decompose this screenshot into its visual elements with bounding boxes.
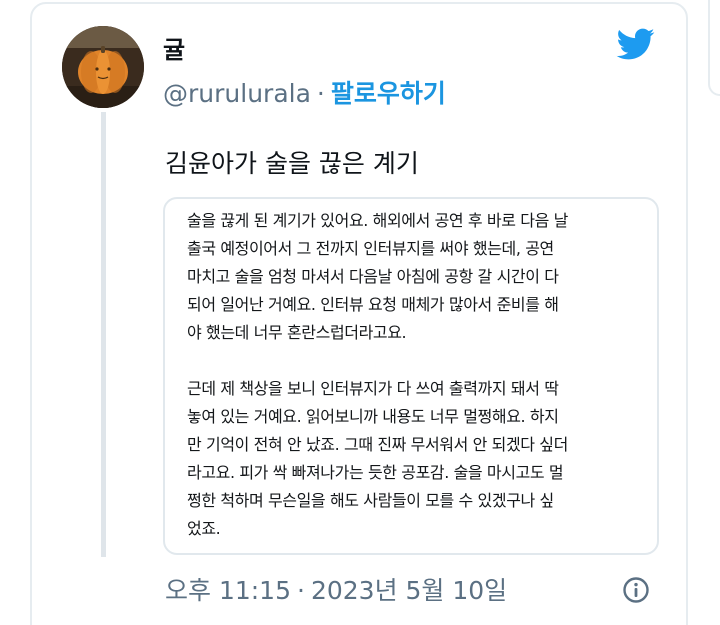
quote-line: 근데 제 책상을 보니 인터뷰지가 다 쓰여 출력까지 돼서 딱 [187,379,559,398]
timestamp-time: 오후 11:15 [165,576,291,605]
quote-line: 되어 일어난 거예요. 인터뷰 요청 매체가 많아서 준비를 해 [187,295,559,314]
separator-dot: · [297,576,305,605]
quoted-text-box: 술을 끊게 된 계기가 있어요. 해외에서 공연 후 바로 다음 날 출국 예정… [163,197,659,555]
timestamp-date: 2023년 5월 10일 [310,576,508,605]
thread-line [101,112,106,557]
quote-line: 출국 예정이어서 그 전까지 인터뷰지를 써야 했는데, 공연 [187,239,554,258]
tweet-text: 김윤아가 술을 끊은 계기 [165,149,419,178]
pumpkin-avatar-image [62,26,144,108]
display-name[interactable]: 귤 [163,30,185,65]
quote-line: 놓여 있는 거예요. 읽어보니까 내용도 너무 멀쩡해요. 하지 [187,407,559,426]
quote-line: 쩡한 척하며 무슨일을 해도 사람들이 모를 수 있겠구나 싶 [187,491,554,510]
user-handle[interactable]: @rurulurala [163,79,311,108]
adjacent-card-edge [708,0,720,96]
twitter-bird-icon[interactable] [612,24,658,64]
follow-link[interactable]: 팔로우하기 [331,79,446,108]
quote-line: 만 기억이 전혀 안 났죠. 그때 진짜 무서워서 안 되겠다 싶더 [187,435,568,454]
quote-line: 었죠. [187,519,221,538]
quote-line: 마치고 술을 엄청 마셔서 다음날 아침에 공항 갈 시간이 다 [187,267,559,286]
separator-dot: · [316,79,325,108]
quote-paragraph-2: 근데 제 책상을 보니 인터뷰지가 다 쓰여 출력까지 돼서 딱 놓여 있는 거… [187,375,639,543]
quote-line: 야 했는데 너무 혼란스럽더라고요. [187,323,407,342]
avatar[interactable] [62,26,144,108]
quote-line: 술을 끊게 된 계기가 있어요. 해외에서 공연 후 바로 다음 날 [187,211,568,230]
info-icon[interactable] [622,576,650,604]
handle-row: @rurulurala · 팔로우하기 [163,74,446,110]
quote-paragraph-1: 술을 끊게 된 계기가 있어요. 해외에서 공연 후 바로 다음 날 출국 예정… [187,207,639,347]
timestamp[interactable]: 오후 11:15 · 2023년 5월 10일 [165,571,507,607]
quote-line: 라고요. 피가 싹 빠져나가는 듯한 공포감. 술을 마시고도 멀 [187,463,564,482]
screenshot: 귤 @rurulurala · 팔로우하기 김윤아가 술을 끊은 계기 술을 끊게 … [0,0,720,625]
